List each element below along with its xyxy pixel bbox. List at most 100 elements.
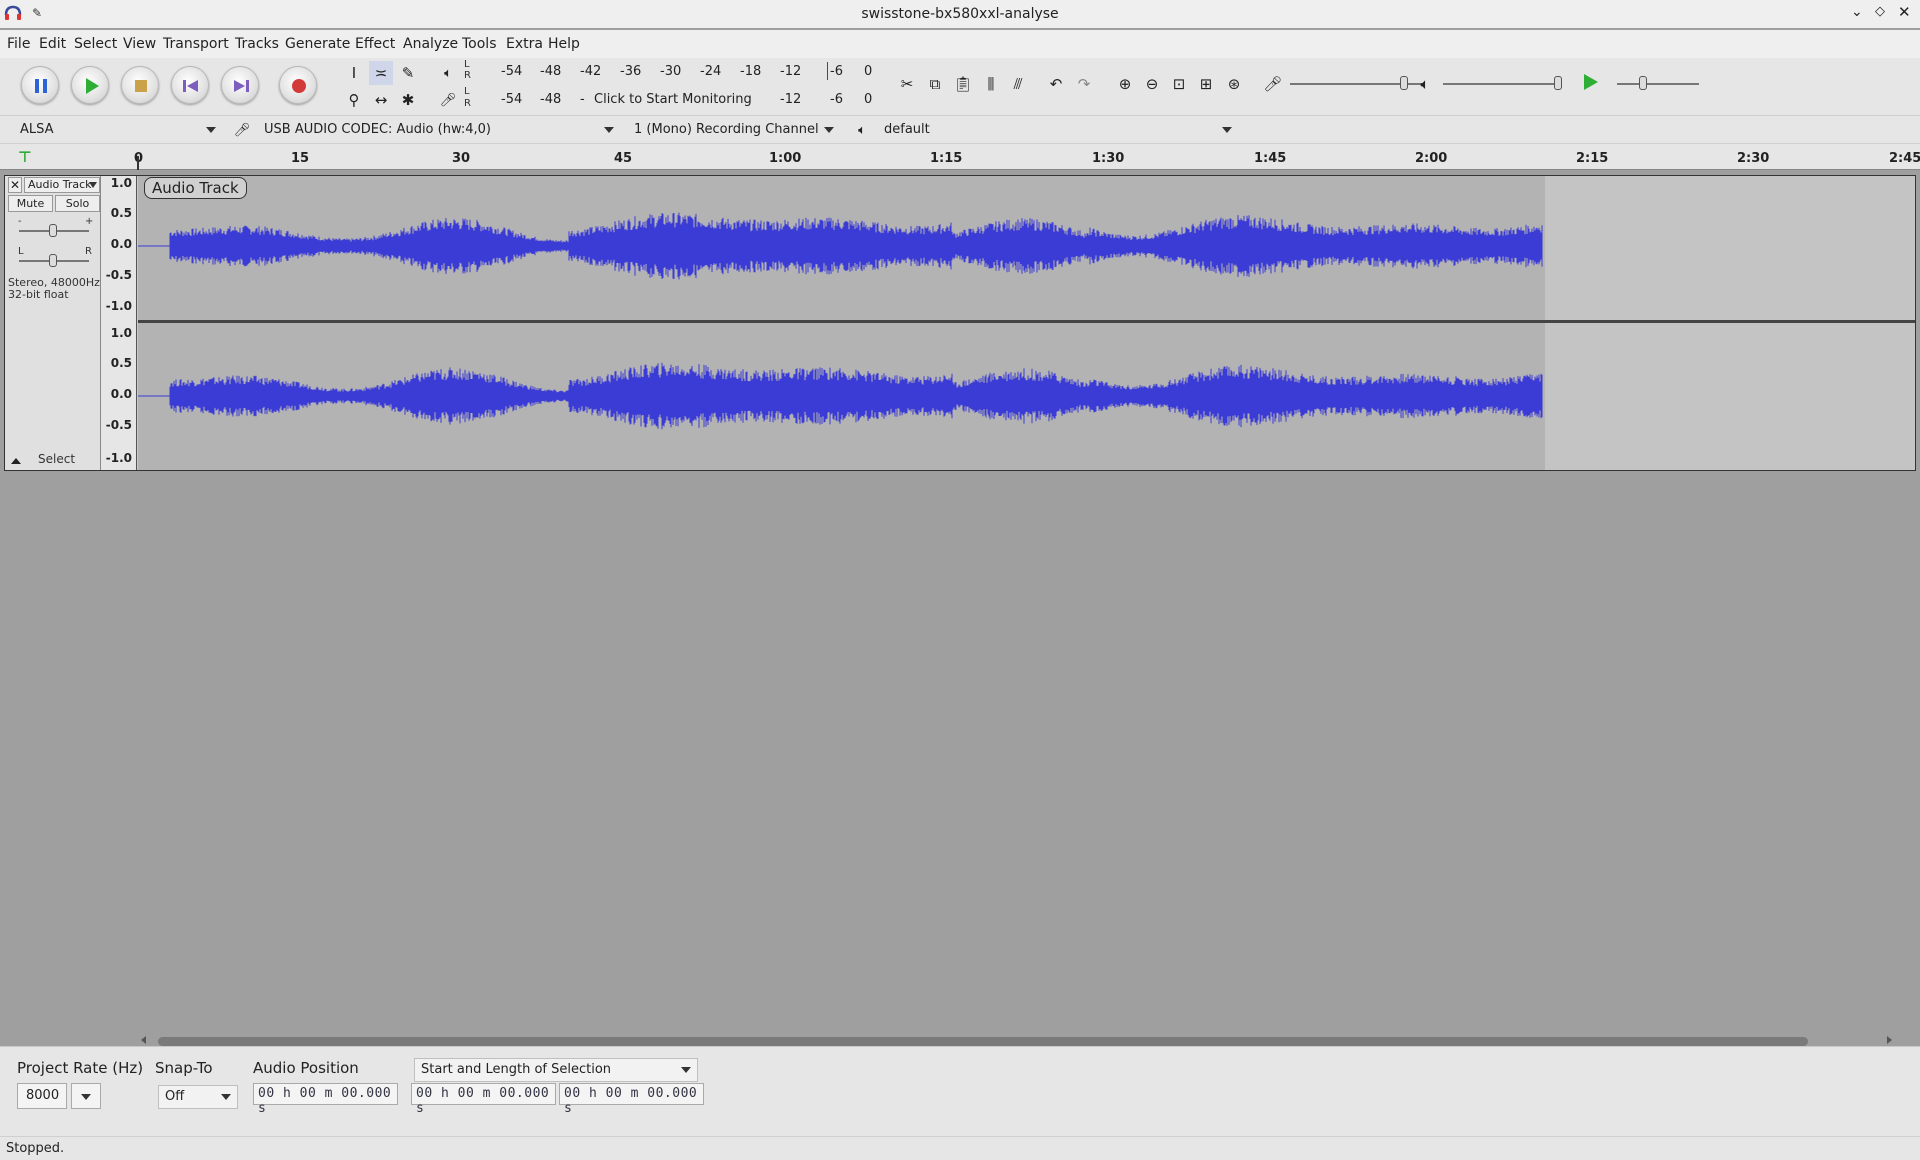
menu-transport[interactable]: Transport bbox=[163, 36, 229, 52]
recording-channels-select[interactable]: 1 (Mono) Recording Channel bbox=[628, 119, 840, 141]
scroll-left-icon[interactable] bbox=[141, 1036, 146, 1044]
pause-button[interactable] bbox=[21, 66, 59, 104]
timeline-ruler[interactable]: ⊤ 0 15 30 45 1:00 1:15 1:30 1:45 2:00 2:… bbox=[0, 144, 1920, 170]
zoom-in-icon[interactable]: ⊕ bbox=[1113, 72, 1137, 96]
skip-end-button[interactable] bbox=[221, 66, 259, 104]
zoom-out-icon[interactable]: ⊖ bbox=[1140, 72, 1164, 96]
track-menu-button[interactable]: Audio Track bbox=[24, 177, 100, 193]
ruler-tick: 1:15 bbox=[930, 151, 963, 166]
right-channel[interactable] bbox=[138, 323, 1915, 470]
pin-playhead-icon[interactable]: ⊤ bbox=[18, 148, 32, 166]
fit-selection-icon[interactable]: ⊡ bbox=[1167, 72, 1191, 96]
redo-icon[interactable]: ↷ bbox=[1072, 72, 1096, 96]
cut-icon[interactable]: ✂ bbox=[895, 72, 919, 96]
menu-view[interactable]: View bbox=[123, 36, 156, 52]
speaker-meter-icon[interactable]: 🔈︎ bbox=[436, 61, 460, 85]
stop-icon bbox=[135, 80, 147, 92]
meter-r-label-2: R bbox=[464, 98, 471, 109]
copy-icon[interactable]: ⧉ bbox=[923, 72, 947, 96]
menu-generate[interactable]: Generate bbox=[285, 36, 350, 52]
ruler-tick: 1:00 bbox=[769, 151, 802, 166]
ruler-tick: 1:45 bbox=[1254, 151, 1287, 166]
mic-meter-icon[interactable]: 🎤︎ bbox=[436, 88, 460, 112]
ruler-tick: 2:00 bbox=[1415, 151, 1448, 166]
zoom-tool-icon[interactable]: ⚲ bbox=[342, 88, 366, 112]
clip-name-label[interactable]: Audio Track bbox=[144, 177, 247, 199]
menu-edit[interactable]: Edit bbox=[39, 36, 66, 52]
selection-length-field[interactable]: 00 h 00 m 00.000 s bbox=[559, 1083, 704, 1116]
menu-file[interactable]: File bbox=[7, 36, 30, 52]
project-rate-input[interactable]: 8000 bbox=[17, 1083, 67, 1109]
menu-select[interactable]: Select bbox=[74, 36, 117, 52]
menu-tracks[interactable]: Tracks bbox=[235, 36, 279, 52]
recording-device-value: USB AUDIO CODEC: Audio (hw:4,0) bbox=[264, 122, 491, 137]
audio-position-value: 00 h 00 m 00.000 s bbox=[258, 1086, 392, 1116]
playback-device-select[interactable]: default bbox=[878, 119, 1238, 141]
menu-analyze[interactable]: Analyze bbox=[403, 36, 458, 52]
zoom-toggle-icon[interactable]: ⊛ bbox=[1222, 72, 1246, 96]
recording-device-select[interactable]: USB AUDIO CODEC: Audio (hw:4,0) bbox=[258, 119, 620, 141]
paste-icon[interactable]: 📋︎ bbox=[951, 72, 975, 96]
solo-button[interactable]: Solo bbox=[55, 195, 100, 212]
project-rate-label: Project Rate (Hz) bbox=[17, 1059, 144, 1077]
horizontal-scrollbar[interactable] bbox=[158, 1037, 1808, 1046]
waveform-right bbox=[138, 362, 1543, 430]
menu-help[interactable]: Help bbox=[548, 36, 580, 52]
selection-tool-icon[interactable]: I bbox=[342, 61, 366, 85]
recording-volume-thumb[interactable] bbox=[1400, 76, 1408, 90]
meter-tick: -18 bbox=[740, 64, 762, 79]
meter-tick: -48 bbox=[540, 92, 562, 107]
project-rate-dropdown[interactable] bbox=[71, 1083, 101, 1109]
meter-tick: -12 bbox=[780, 64, 802, 79]
playback-meter[interactable]: -54 -48 - Click to Start Monitoring -12 … bbox=[476, 88, 876, 112]
pan-slider-thumb[interactable] bbox=[49, 254, 57, 267]
audio-clip[interactable] bbox=[138, 323, 1545, 470]
envelope-tool-icon[interactable]: ≍ bbox=[369, 61, 393, 85]
selection-start-field[interactable]: 00 h 00 m 00.000 s bbox=[411, 1083, 556, 1116]
undo-icon[interactable]: ↶ bbox=[1044, 72, 1068, 96]
meter-tick: - bbox=[580, 92, 585, 107]
audio-clip[interactable] bbox=[138, 176, 1545, 320]
draw-tool-icon[interactable]: ✎ bbox=[396, 61, 420, 85]
fit-project-icon[interactable]: ⊞ bbox=[1194, 72, 1218, 96]
multi-tool-icon[interactable]: ✱ bbox=[396, 88, 420, 112]
menu-effect[interactable]: Effect bbox=[355, 36, 395, 52]
trim-icon[interactable]: ⫼ bbox=[979, 72, 1003, 96]
left-channel[interactable]: Audio Track bbox=[138, 176, 1915, 320]
close-icon[interactable]: ✕ bbox=[1898, 3, 1911, 21]
audio-position-field[interactable]: 00 h 00 m 00.000 s bbox=[253, 1083, 398, 1116]
maximize-icon[interactable]: ◇ bbox=[1875, 4, 1885, 19]
record-button[interactable] bbox=[279, 66, 317, 104]
play-speed-thumb[interactable] bbox=[1639, 76, 1647, 90]
recording-meter[interactable]: -54 -48 -42 -36 -30 -24 -18 -12 -6 0 bbox=[476, 60, 876, 84]
track-control-panel: ✕ Audio Track Mute Solo - + L R Stereo, … bbox=[5, 176, 101, 470]
play-speed-slider[interactable] bbox=[1617, 83, 1699, 85]
stop-button[interactable] bbox=[121, 66, 159, 104]
collapse-icon[interactable] bbox=[11, 458, 21, 464]
audio-track[interactable]: ✕ Audio Track Mute Solo - + L R Stereo, … bbox=[4, 175, 1916, 471]
menu-tools[interactable]: Tools bbox=[462, 36, 497, 52]
gain-slider-thumb[interactable] bbox=[49, 224, 57, 237]
monitoring-prompt[interactable]: Click to Start Monitoring bbox=[594, 92, 752, 107]
play-button[interactable] bbox=[71, 66, 109, 104]
audio-host-select[interactable]: ALSA bbox=[14, 119, 222, 141]
timeshift-tool-icon[interactable]: ↔ bbox=[369, 88, 393, 112]
play-at-speed-button[interactable] bbox=[1584, 74, 1598, 90]
skip-start-button[interactable] bbox=[171, 66, 209, 104]
selection-mode-select[interactable]: Start and Length of Selection bbox=[414, 1058, 698, 1082]
track-menu-label: Audio Track bbox=[28, 178, 92, 191]
recording-device-mic-icon: 🎤︎ bbox=[233, 122, 251, 138]
minimize-icon[interactable]: ⌄ bbox=[1851, 4, 1863, 20]
mute-button[interactable]: Mute bbox=[8, 195, 53, 212]
track-select-button[interactable]: Select bbox=[38, 452, 75, 466]
silence-icon[interactable]: ⫻ bbox=[1006, 72, 1030, 96]
record-icon bbox=[292, 79, 306, 93]
scroll-right-icon[interactable] bbox=[1887, 1036, 1892, 1044]
menu-extra[interactable]: Extra bbox=[506, 36, 543, 52]
playback-volume-slider[interactable] bbox=[1443, 83, 1561, 85]
chevron-down-icon bbox=[89, 182, 97, 188]
track-close-button[interactable]: ✕ bbox=[8, 177, 22, 193]
playback-volume-thumb[interactable] bbox=[1554, 76, 1562, 90]
snap-to-select[interactable]: Off bbox=[158, 1085, 238, 1109]
track-info-bitdepth: 32-bit float bbox=[8, 288, 69, 301]
